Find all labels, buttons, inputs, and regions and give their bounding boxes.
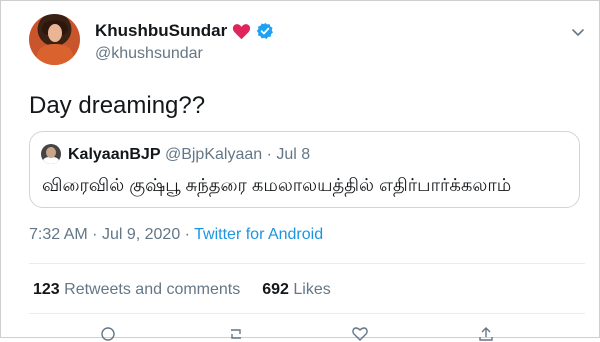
meta-separator: · <box>92 226 98 243</box>
author-handle[interactable]: @khushsundar <box>95 45 203 63</box>
verified-badge-icon <box>256 22 274 39</box>
tweet-source-link[interactable]: Twitter for Android <box>194 226 323 243</box>
retweet-icon[interactable] <box>228 326 244 342</box>
author-display-name[interactable]: KhushbuSundar <box>95 21 227 41</box>
quoted-avatar-body <box>43 157 59 164</box>
engagement-stats: 123 Retweets and comments 692 Likes <box>33 281 331 299</box>
tweet-date[interactable]: Jul 9, 2020 <box>102 226 180 243</box>
meta-separator: · <box>184 226 190 243</box>
chevron-down-icon[interactable] <box>570 24 586 40</box>
tweet-time[interactable]: 7:32 AM <box>29 226 88 243</box>
heart-icon <box>233 23 251 39</box>
like-icon[interactable] <box>352 326 368 342</box>
tweet-meta: 7:32 AM · Jul 9, 2020 · Twitter for Andr… <box>29 226 323 244</box>
avatar-face <box>48 24 62 42</box>
quoted-text: விரைவில் குஷ்பூ சுந்தரை கமலாலயத்தில் எதி… <box>42 175 512 195</box>
reply-icon[interactable] <box>100 326 116 342</box>
quoted-author-avatar <box>41 144 61 164</box>
retweets-stat[interactable]: 123 Retweets and comments <box>33 281 240 298</box>
tweet-actions <box>0 326 600 341</box>
retweets-count: 123 <box>33 281 60 298</box>
quoted-display-name: KalyaanBJP <box>68 146 161 163</box>
quoted-header: KalyaanBJP @BjpKalyaan · Jul 8 <box>68 146 310 164</box>
quoted-separator: · <box>266 146 272 163</box>
share-icon[interactable] <box>478 326 494 342</box>
quoted-avatar-face <box>46 147 56 158</box>
author-name-row: KhushbuSundar <box>95 21 274 41</box>
avatar-body <box>37 44 73 65</box>
quoted-handle: @BjpKalyaan <box>164 146 263 163</box>
retweets-label: Retweets and comments <box>64 281 241 298</box>
divider <box>29 263 585 264</box>
likes-label: Likes <box>293 281 331 298</box>
divider <box>29 313 585 314</box>
tweet-text: Day dreaming?? <box>29 92 206 119</box>
quoted-date: Jul 8 <box>276 146 311 163</box>
quoted-tweet[interactable]: KalyaanBJP @BjpKalyaan · Jul 8 விரைவில் … <box>29 131 580 208</box>
likes-stat[interactable]: 692 Likes <box>262 281 331 298</box>
author-avatar[interactable] <box>29 14 80 65</box>
likes-count: 692 <box>262 281 289 298</box>
